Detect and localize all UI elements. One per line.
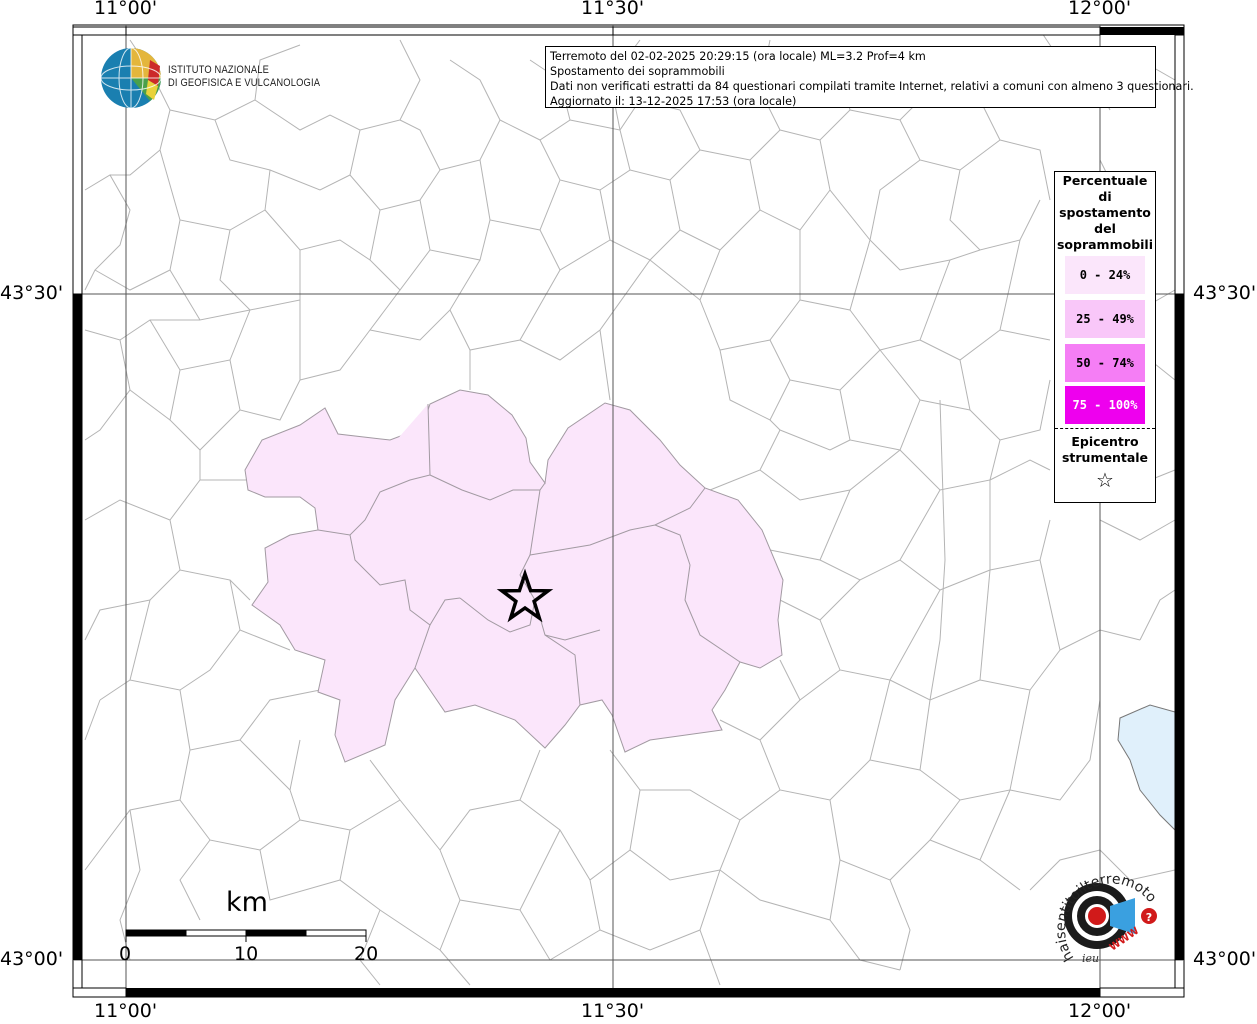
legend-item-50-74: 50 - 74% bbox=[1065, 344, 1145, 382]
legend-item-25-49: 25 - 49% bbox=[1065, 300, 1145, 338]
title-box: Terremoto del 02-02-2025 20:29:15 (ora l… bbox=[545, 46, 1194, 108]
legend-title-line: spostamento bbox=[1059, 205, 1151, 220]
left-label-43-30: 43°30' bbox=[0, 282, 64, 304]
title-line-2: Spostamento dei soprammobili bbox=[550, 65, 725, 78]
legend-item-0-24: 0 - 24% bbox=[1065, 256, 1145, 294]
legend-epicenter-line: strumentale bbox=[1061, 450, 1149, 465]
logo-line-1: ISTITUTO NAZIONALE bbox=[168, 64, 270, 76]
legend-separator bbox=[1055, 428, 1155, 429]
right-label-43-30: 43°30' bbox=[1193, 282, 1257, 304]
top-label-11-30: 11°30' bbox=[581, 0, 645, 19]
title-line-4: Aggiornato il: 13-12-2025 17:53 (ora loc… bbox=[550, 95, 797, 108]
ingv-logo-globe-icon bbox=[100, 47, 162, 109]
bottom-label-11-00: 11°00' bbox=[94, 1000, 158, 1022]
legend-epicenter-title: Epicentro strumentale bbox=[1055, 434, 1155, 466]
legend-title-line: Percentuale bbox=[1062, 173, 1148, 188]
scale-tick-10: 10 bbox=[234, 943, 259, 965]
legend: Percentuale di spostamento del soprammob… bbox=[1054, 171, 1156, 503]
legend-item-75-100: 75 - 100% bbox=[1065, 386, 1145, 424]
ingv-logo-text: ISTITUTO NAZIONALE DI GEOFISICA E VULCAN… bbox=[168, 64, 320, 90]
title-line-1: Terremoto del 02-02-2025 20:29:15 (ora l… bbox=[550, 50, 926, 63]
badge-text: haisentitoilterremoto.it bbox=[1049, 846, 1159, 964]
scale-tick-0: 0 bbox=[119, 943, 132, 965]
left-label-43-00: 43°00' bbox=[0, 948, 64, 970]
legend-title-line: del bbox=[1094, 221, 1116, 236]
legend-epicenter-line: Epicentro bbox=[1071, 434, 1139, 449]
logo-line-2: DI GEOFISICA E VULCANOLOGIA bbox=[168, 77, 321, 89]
badge-letters: ieu bbox=[1082, 952, 1100, 965]
bottom-label-12-00: 12°00' bbox=[1068, 1000, 1132, 1022]
right-label-43-00: 43°00' bbox=[1193, 948, 1257, 970]
legend-title-line: di bbox=[1098, 189, 1112, 204]
badge-text-ring: haisentitoilterremoto.it bbox=[1049, 846, 1159, 964]
legend-star-icon: ☆ bbox=[1096, 468, 1114, 492]
scale-unit-label: km bbox=[226, 887, 268, 918]
title-line-3: Dati non verificati estratti da 84 quest… bbox=[550, 80, 1194, 93]
scale-tick-20: 20 bbox=[354, 943, 379, 965]
top-label-11-00: 11°00' bbox=[94, 0, 158, 19]
svg-text:haisentitoilterremoto.it: haisentitoilterremoto.it bbox=[1052, 858, 1159, 964]
top-label-12-00: 12°00' bbox=[1068, 0, 1132, 19]
bottom-label-11-30: 11°30' bbox=[581, 1000, 645, 1022]
legend-title: Percentuale di spostamento del soprammob… bbox=[1055, 173, 1155, 253]
legend-title-line: soprammobili bbox=[1056, 237, 1153, 252]
badge: haisentitoilterremoto.it WWW ieu bbox=[1049, 846, 1162, 968]
